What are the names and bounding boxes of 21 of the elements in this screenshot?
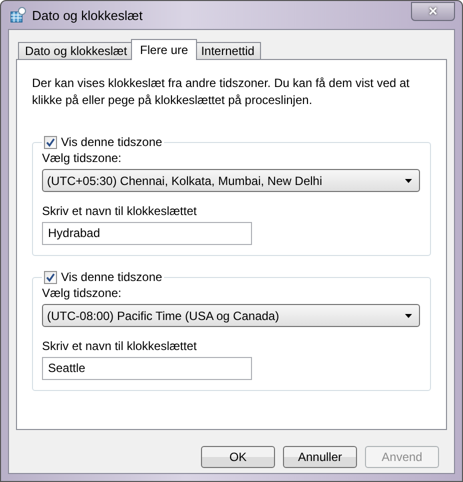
field-label: Skriv et navn til klokkeslættet: [42, 203, 198, 220]
dialog-button[interactable]: OK: [201, 446, 275, 468]
timezone-dropdown[interactable]: (UTC+05:30) Chennai, Kolkata, Mumbai, New Delhi: [42, 169, 420, 192]
checkbox[interactable]: [44, 136, 57, 148]
checkbox-label: Vis denne tidszone: [61, 135, 162, 149]
window-title: Dato og klokkeslæt: [32, 8, 143, 22]
clock-calendar-icon: [10, 7, 26, 23]
dropdown-arrow-icon: [405, 314, 412, 318]
tab[interactable]: Internettid: [194, 42, 262, 60]
input-field[interactable]: Hydrabad: [42, 222, 252, 245]
timezone-dropdown[interactable]: (UTC-08:00) Pacific Time (USA og Canada): [42, 304, 420, 327]
field-label: Vælg tidszone:: [42, 285, 122, 302]
input-field[interactable]: Seattle: [42, 357, 252, 380]
tab[interactable]: Flere ure: [131, 39, 198, 60]
description-text: Der kan vises klokkeslæt fra andre tidszoner. Du kan få dem vist ved at klikke på eller pege på klokkeslættet på proceslinjen.: [32, 75, 411, 109]
field-label: Skriv et navn til klokkeslættet: [42, 338, 198, 355]
checkbox-label: Vis denne tidszone: [61, 270, 162, 284]
checkbox[interactable]: [44, 270, 57, 284]
field-label: Vælg tidszone:: [42, 150, 122, 167]
dialog-button[interactable]: Annuller: [283, 446, 357, 468]
dropdown-arrow-icon: [405, 178, 412, 182]
